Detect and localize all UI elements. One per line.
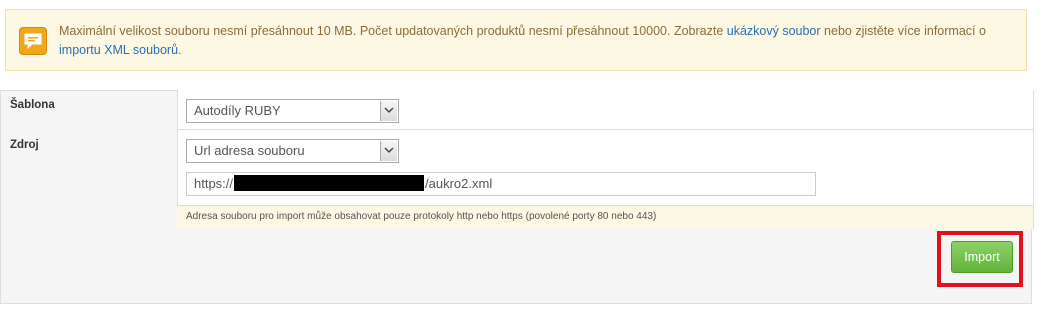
template-select[interactable]: Autodíly RUBY [186, 99, 399, 123]
url-input[interactable]: https:// /aukro2.xml [186, 172, 816, 196]
import-button[interactable]: Import [951, 241, 1013, 273]
url-suffix: /aukro2.xml [425, 176, 493, 191]
url-prefix: https:// [194, 176, 234, 191]
chevron-down-icon[interactable] [380, 141, 397, 161]
row-divider [177, 129, 1033, 130]
sample-file-link[interactable]: ukázkový soubor [727, 24, 821, 38]
source-label: Zdroj [10, 139, 39, 151]
chevron-down-icon[interactable] [380, 101, 397, 121]
template-select-value: Autodíly RUBY [194, 103, 281, 118]
speech-bubble-icon [19, 27, 47, 55]
info-notice: Maximální velikost souboru nesmí přesáhn… [5, 9, 1027, 71]
redacted-block [234, 175, 425, 191]
xml-import-info-link[interactable]: importu XML souborů [59, 43, 178, 57]
template-label: Šablona [10, 99, 55, 111]
notice-text: Maximální velikost souboru nesmí přesáhn… [59, 24, 986, 57]
source-select[interactable]: Url adresa souboru [186, 139, 399, 163]
import-form: Šablona Zdroj Autodíly RUBY Url adresa s… [0, 90, 1034, 304]
url-hint: Adresa souboru pro import může obsahovat… [177, 205, 1033, 229]
source-select-value: Url adresa souboru [194, 143, 305, 158]
